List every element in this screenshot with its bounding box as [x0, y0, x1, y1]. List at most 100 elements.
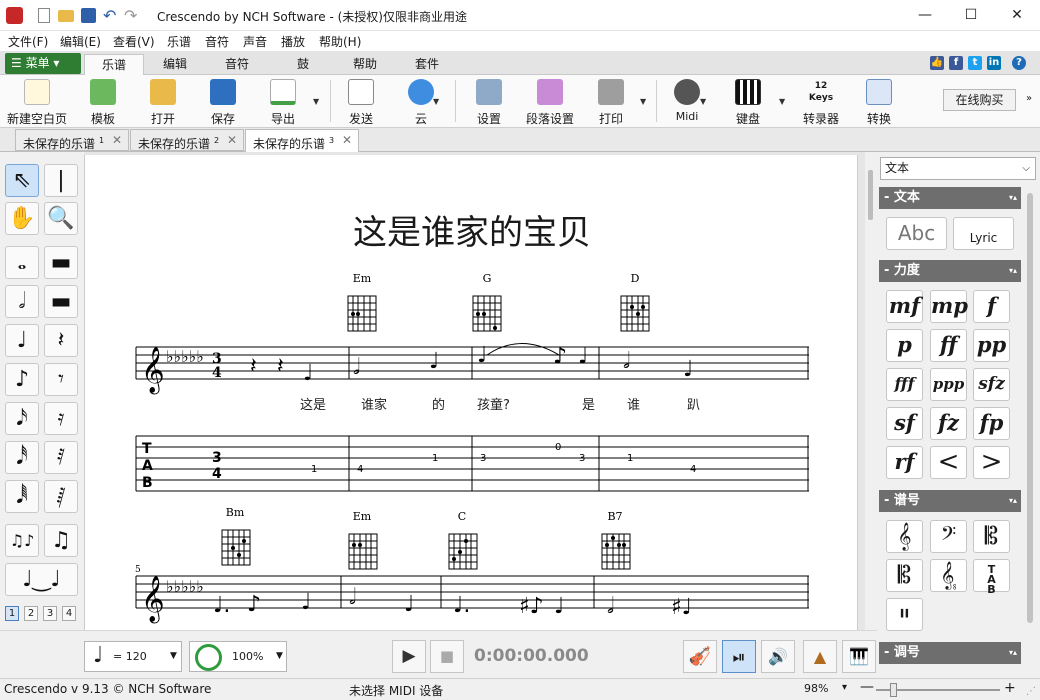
text-tool-button[interactable]: Abc — [886, 217, 947, 250]
linkedin-icon[interactable]: in — [987, 56, 1001, 70]
menu-note[interactable]: 音符 — [205, 33, 229, 50]
save-disk-icon[interactable] — [81, 8, 96, 23]
treble-clef-icon[interactable]: 𝄞 — [886, 520, 923, 553]
menu-edit[interactable]: 编辑(E) — [60, 33, 101, 50]
record-piano-button[interactable]: 🎹 — [842, 640, 876, 673]
page-button-2[interactable]: 2 — [24, 606, 38, 621]
eighth-rest-icon[interactable]: 𝄾 — [44, 363, 78, 396]
score-notation[interactable]: Em G D Bm Em C B7 𝄞 ♭♭♭♭♭ 3 4 𝄽 𝄽 ♩ 𝅗𝅥 ♩ ♩ ♪… — [85, 155, 859, 630]
whole-note-icon[interactable]: 𝅝 — [5, 246, 39, 279]
document-tab-1[interactable]: 未保存的乐谱 1 ✕ — [15, 129, 129, 151]
dynamic-fz[interactable]: fz — [930, 407, 967, 440]
tie-icon[interactable]: ♫ — [44, 524, 78, 557]
zoom-slider-thumb[interactable] — [890, 683, 897, 697]
dynamic-ff[interactable]: ff — [930, 329, 967, 362]
twitter-icon[interactable]: t — [968, 56, 982, 70]
redo-icon[interactable]: ↷ — [124, 6, 137, 25]
bass-clef-icon[interactable]: 𝄢 — [930, 520, 967, 553]
treble-8vb-clef-icon[interactable]: 𝄠 — [930, 559, 967, 592]
close-tab-icon[interactable]: ✕ — [227, 130, 237, 151]
buy-online-button[interactable]: 在线购买 — [943, 89, 1016, 111]
sixtyfourth-rest-icon[interactable]: 𝅁 — [44, 480, 78, 513]
dynamic-ppp[interactable]: ppp — [930, 368, 967, 401]
minimize-button[interactable]: — — [902, 0, 948, 31]
open-folder-icon[interactable] — [58, 10, 74, 22]
template-button[interactable]: 模板 — [80, 77, 126, 126]
quarter-rest-icon[interactable]: 𝄽 — [44, 324, 78, 357]
tab-clef-icon[interactable]: TAB — [973, 559, 1010, 595]
sixteenth-rest-icon[interactable]: 𝄿 — [44, 402, 78, 435]
crescendo-hairpin[interactable]: < — [930, 446, 967, 479]
triplet-icon[interactable]: ♫♪ — [5, 524, 39, 557]
panel-header-clefs[interactable]: - 谱号 ▾▴ — [879, 490, 1021, 512]
cloud-dropdown-icon[interactable]: ▼ — [433, 97, 439, 106]
cursor-line-icon[interactable]: | — [44, 164, 78, 197]
like-icon[interactable]: 👍 — [930, 56, 944, 70]
zoom-out-icon[interactable]: ▾ — [842, 682, 847, 693]
play-button[interactable]: ▶ — [392, 640, 426, 673]
volume-dropdown-icon[interactable]: ▼ — [276, 651, 283, 661]
dynamic-fp[interactable]: fp — [973, 407, 1010, 440]
decrescendo-hairpin[interactable]: > — [973, 446, 1010, 479]
close-button[interactable]: ✕ — [994, 0, 1040, 31]
export-button[interactable]: 导出 — [260, 77, 306, 126]
undo-icon[interactable]: ↶ — [103, 6, 116, 25]
main-menu-button[interactable]: ☰ 菜单 ▾ — [5, 53, 81, 74]
document-tab-3[interactable]: 未保存的乐谱 3 ✕ — [245, 129, 359, 153]
volume-box[interactable]: 100% — [189, 641, 287, 672]
sixtyfourth-note-icon[interactable]: 𝅘𝅥𝅱 — [5, 480, 39, 513]
tab-edit[interactable]: 编辑 — [150, 54, 200, 75]
dynamic-mp[interactable]: mp — [930, 290, 968, 323]
instruments-button[interactable]: 🎻 — [683, 640, 717, 673]
new-file-icon[interactable] — [38, 8, 50, 23]
save-button[interactable]: 保存 — [200, 77, 246, 126]
tab-score[interactable]: 乐谱 — [84, 54, 144, 75]
print-dropdown-icon[interactable]: ▼ — [640, 97, 646, 106]
settings-button[interactable]: 设置 — [466, 77, 512, 126]
score-page[interactable]: 这是谁家的宝贝 Em G D Bm Em C B7 𝄞 ♭♭♭♭♭ 3 4 𝄽 𝄽… — [84, 155, 858, 630]
thirtysecond-note-icon[interactable]: 𝅘𝅥𝅰 — [5, 441, 39, 474]
tab-drum[interactable]: 鼓 — [278, 54, 328, 75]
speaker-button[interactable]: 🔊 — [761, 640, 795, 673]
hand-tool-icon[interactable]: ✋ — [5, 202, 39, 235]
lyric-tool-button[interactable]: Lyric — [953, 217, 1014, 250]
metronome-button[interactable]: ▲ — [803, 640, 837, 673]
menu-play[interactable]: 播放 — [281, 33, 305, 50]
print-button[interactable]: 打印 — [588, 77, 634, 126]
half-rest-icon[interactable]: ▬ — [44, 285, 78, 318]
half-note-icon[interactable]: 𝅗𝅥 — [5, 285, 39, 318]
dynamic-f[interactable]: f — [973, 290, 1010, 323]
menu-help[interactable]: 帮助(H) — [319, 33, 361, 50]
menu-file[interactable]: 文件(F) — [8, 33, 48, 50]
send-button[interactable]: 发送 — [338, 77, 384, 126]
menu-score[interactable]: 乐谱 — [167, 33, 191, 50]
tempo-box[interactable]: ♩ = 120 — [84, 641, 182, 672]
sixteenth-note-icon[interactable]: 𝅘𝅥𝅯 — [5, 402, 39, 435]
dynamic-sfz[interactable]: sfz — [973, 368, 1010, 401]
dynamic-pp[interactable]: pp — [973, 329, 1010, 362]
panel-header-key-signature[interactable]: - 调号 ▾▴ — [879, 642, 1021, 664]
open-button[interactable]: 打开 — [140, 77, 186, 126]
transcriber-button[interactable]: 12 Keys 转录器 — [798, 77, 844, 126]
playback-cursor-button[interactable]: ⏯ — [722, 640, 756, 673]
whole-rest-icon[interactable]: ▬ — [44, 246, 78, 279]
dynamic-p[interactable]: p — [886, 329, 923, 362]
select-tool-icon[interactable]: ⇖ — [5, 164, 39, 197]
app-logo-icon[interactable] — [6, 7, 23, 24]
panel-scrollbar[interactable] — [1022, 183, 1038, 678]
tab-note[interactable]: 音符 — [212, 54, 262, 75]
close-tab-icon[interactable]: ✕ — [342, 130, 352, 151]
alto-clef-icon[interactable]: 𝄡 — [973, 520, 1010, 553]
page-button-3[interactable]: 3 — [43, 606, 57, 621]
facebook-icon[interactable]: f — [949, 56, 963, 70]
document-tab-2[interactable]: 未保存的乐谱 2 ✕ — [130, 129, 244, 151]
dynamic-rf[interactable]: rf — [886, 446, 923, 479]
close-tab-icon[interactable]: ✕ — [112, 130, 122, 151]
menu-view[interactable]: 查看(V) — [113, 33, 155, 50]
eighth-note-icon[interactable]: ♪ — [5, 363, 39, 396]
tab-suite[interactable]: 套件 — [402, 54, 452, 75]
page-button-1[interactable]: 1 — [5, 606, 19, 621]
keyboard-button[interactable]: 键盘 — [725, 77, 771, 126]
tenor-clef-icon[interactable]: 𝄡 — [886, 559, 923, 592]
zoom-minus-icon[interactable]: — — [860, 679, 874, 695]
